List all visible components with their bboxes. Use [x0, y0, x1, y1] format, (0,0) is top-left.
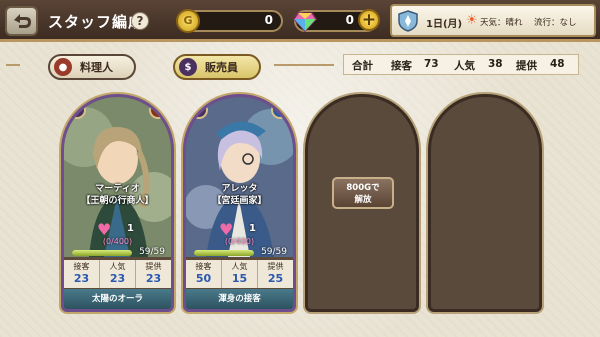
stat-label: 提供	[145, 262, 162, 271]
totals-bar: 合計 接客 73 人気 38 提供 48	[343, 54, 579, 75]
popularity-value: 38	[488, 58, 503, 70]
popularity-label: 人気	[454, 60, 475, 72]
locked-slot: 800Gで 解放	[305, 94, 419, 312]
stat-supply: 提供 25	[258, 260, 293, 288]
sun-icon: ☀	[466, 13, 478, 28]
tab-seller[interactable]: $ 販売員	[173, 54, 261, 80]
stat-label: 接客	[73, 262, 90, 271]
divider	[274, 64, 334, 66]
stat-value: 15	[231, 272, 248, 285]
stat-label: 接客	[195, 262, 212, 271]
stamina-fill	[194, 250, 254, 256]
supply-label: 提供	[516, 60, 537, 72]
staff-card[interactable]: $ ❂ マーティオ 【王朝の行商人】 ♥ 1 (0/400) 59/59 接客 …	[61, 94, 174, 312]
heart-level: 1	[249, 223, 256, 234]
stat-value: 50	[195, 272, 212, 285]
money-bag-icon: $	[179, 58, 197, 76]
money-bag-icon: $	[68, 101, 86, 119]
character-title: 【宮廷画家】	[212, 196, 267, 206]
character-title: 【王朝の行商人】	[81, 196, 154, 206]
page-title: スタッフ編成	[48, 13, 145, 31]
coin-value: 0	[264, 13, 273, 27]
crest-icon	[398, 10, 418, 32]
stat-value: 25	[267, 272, 284, 285]
stat-row: 接客 50 人気 15 提供 25	[186, 260, 293, 288]
stamina-value: 59/59	[261, 247, 287, 257]
dragon-badge-icon: ❂	[149, 101, 167, 119]
heart-level: 1	[127, 223, 134, 234]
top-bar: スタッフ編成 ? G 0 0 + 1日(月) ☀ 天気：晴れ 流行：なし	[0, 0, 600, 42]
tab-label: 料理人	[80, 61, 113, 74]
character-portrait	[64, 97, 171, 257]
coin-counter: G 0	[176, 9, 283, 33]
staff-card[interactable]: $ ⛉ アレッタ 【宮廷画家】 ♥ 1 (0/400) 59/59 接客 50 …	[183, 94, 296, 312]
staff-slots: $ ❂ マーティオ 【王朝の行商人】 ♥ 1 (0/400) 59/59 接客 …	[50, 94, 586, 316]
back-button[interactable]	[5, 6, 38, 36]
character-portrait	[186, 97, 293, 257]
tab-cook[interactable]: ● 料理人	[48, 54, 136, 80]
supply-value: 48	[550, 58, 565, 70]
weather-label: 天気：晴れ	[480, 18, 523, 28]
stat-popularity: 人気 23	[100, 260, 136, 288]
skill-label: 渾身の接客	[186, 289, 293, 309]
stat-label: 人気	[231, 262, 248, 271]
day-label: 1日(月)	[426, 19, 463, 30]
gem-counter: 0 +	[293, 9, 380, 33]
totals-label: 合計	[352, 60, 373, 72]
stat-value: 23	[109, 272, 126, 285]
money-bag-icon: $	[190, 101, 208, 119]
affection-progress: (0/400)	[102, 237, 133, 246]
help-button[interactable]: ?	[131, 12, 149, 30]
stat-value: 23	[73, 272, 90, 285]
stat-supply: 提供 23	[136, 260, 171, 288]
back-arrow-icon	[13, 14, 31, 28]
divider	[6, 64, 20, 66]
day-info-panel: 1日(月) ☀ 天気：晴れ 流行：なし	[390, 4, 596, 37]
stat-serve: 接客 23	[64, 260, 100, 288]
role-tabs: ● 料理人 $ 販売員	[6, 48, 336, 82]
stamina-fill	[72, 250, 132, 256]
add-gems-button[interactable]: +	[358, 9, 380, 31]
stamina-bar	[72, 250, 132, 256]
stat-serve: 接客 50	[186, 260, 222, 288]
gem-value: 0	[345, 13, 354, 27]
shield-badge-icon: ⛉	[271, 101, 289, 119]
empty-slot[interactable]	[428, 94, 542, 312]
unlock-slot-button[interactable]: 800Gで 解放	[332, 177, 394, 209]
stamina-value: 59/59	[139, 247, 165, 257]
stat-label: 提供	[267, 262, 284, 271]
stamina-bar	[194, 250, 254, 256]
trend-label: 流行：なし	[534, 18, 577, 28]
gem-icon	[293, 12, 317, 33]
coin-icon: G	[176, 9, 200, 33]
skill-label: 太陽のオーラ	[64, 289, 171, 309]
serve-label: 接客	[391, 60, 412, 72]
stat-popularity: 人気 15	[222, 260, 258, 288]
frying-pan-icon: ●	[54, 58, 72, 76]
tab-label: 販売員	[205, 61, 238, 74]
affection-progress: (0/400)	[224, 237, 255, 246]
stat-value: 23	[145, 272, 162, 285]
serve-value: 73	[424, 58, 439, 70]
stat-label: 人気	[109, 262, 126, 271]
stat-row: 接客 23 人気 23 提供 23	[64, 260, 171, 288]
